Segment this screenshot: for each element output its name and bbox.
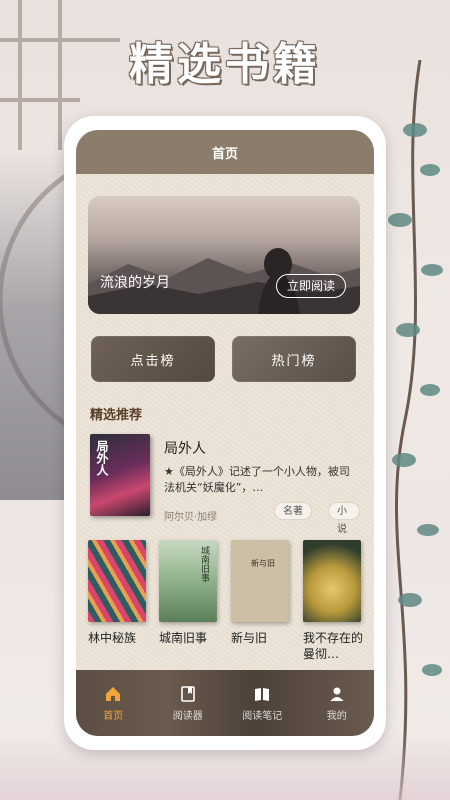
book-cover-title: 新与旧 — [251, 559, 275, 568]
banner-title: 流浪的岁月 — [100, 275, 170, 291]
featured-book-card[interactable]: 局外人 局外人 ★《局外人》记述了一个小人物，被司法机关“妖魔化”，… 阿尔贝·… — [90, 428, 360, 535]
app-screen: 首页 流浪的岁月 立即阅读 点击榜 热门榜 精选推荐 局外人 局外人 ★《局外人… — [76, 130, 374, 736]
book-item[interactable]: 新与旧 新与旧 — [231, 540, 293, 646]
tab-label: 我的 — [326, 710, 347, 722]
tab-home[interactable]: 首页 — [76, 670, 151, 736]
book-item[interactable]: 我不存在的曼彻… — [303, 540, 365, 662]
book-item[interactable]: 城南旧事 城南旧事 — [159, 540, 221, 646]
tab-label: 首页 — [103, 710, 124, 722]
book-title: 新与旧 — [231, 631, 268, 645]
tab-label: 阅读笔记 — [242, 710, 283, 722]
book-title: 林中秘族 — [88, 631, 137, 645]
book-title: 城南旧事 — [159, 631, 208, 645]
featured-book-title: 局外人 — [164, 441, 206, 457]
tab-notes[interactable]: 阅读笔记 — [225, 670, 300, 736]
book-title: 我不存在的曼彻… — [303, 631, 364, 661]
book-icon — [180, 685, 195, 702]
promo-headline: 精选书籍 — [129, 39, 321, 90]
book-tag[interactable]: 小说 — [328, 502, 360, 535]
bottom-tab-bar: 首页 阅读器 阅读笔记 我的 — [76, 670, 374, 736]
tab-label: 阅读器 — [172, 710, 203, 722]
user-icon — [330, 687, 344, 701]
tab-profile[interactable]: 我的 — [300, 670, 375, 736]
featured-book-author: 阿尔贝·加缪 — [164, 512, 218, 523]
book-cover[interactable] — [303, 540, 361, 622]
click-rank-label: 点击榜 — [130, 353, 176, 369]
section-title: 精选推荐 — [90, 408, 143, 423]
book-item[interactable]: 林中秘族 — [88, 540, 150, 646]
notes-icon — [255, 687, 270, 701]
featured-cover-title: 局外人 — [95, 440, 109, 476]
phone-frame: 首页 流浪的岁月 立即阅读 点击榜 热门榜 精选推荐 局外人 局外人 ★《局外人… — [64, 116, 386, 750]
hot-rank-button[interactable]: 热门榜 — [232, 336, 356, 382]
book-cover[interactable]: 城南旧事 — [159, 540, 217, 622]
book-tag[interactable]: 名著 — [274, 502, 312, 520]
book-cover[interactable] — [88, 540, 146, 622]
home-icon — [106, 686, 121, 701]
read-now-button[interactable]: 立即阅读 — [275, 274, 346, 298]
book-cover[interactable]: 新与旧 — [231, 540, 289, 622]
top-bar: 首页 — [76, 130, 374, 174]
click-rank-button[interactable]: 点击榜 — [91, 336, 215, 382]
book-cover-title: 城南旧事 — [199, 546, 209, 582]
featured-book-cover[interactable]: 局外人 — [90, 434, 150, 516]
page-title: 首页 — [211, 146, 238, 162]
book-grid: 林中秘族 城南旧事 城南旧事 新与旧 新与旧 我不存在的曼彻… — [88, 540, 368, 670]
hot-rank-label: 热门榜 — [271, 353, 317, 369]
featured-book-description: ★《局外人》记述了一个小人物，被司法机关“妖魔化”，… — [164, 465, 350, 494]
hero-banner[interactable]: 流浪的岁月 立即阅读 — [88, 196, 360, 314]
tab-reader[interactable]: 阅读器 — [151, 670, 226, 736]
